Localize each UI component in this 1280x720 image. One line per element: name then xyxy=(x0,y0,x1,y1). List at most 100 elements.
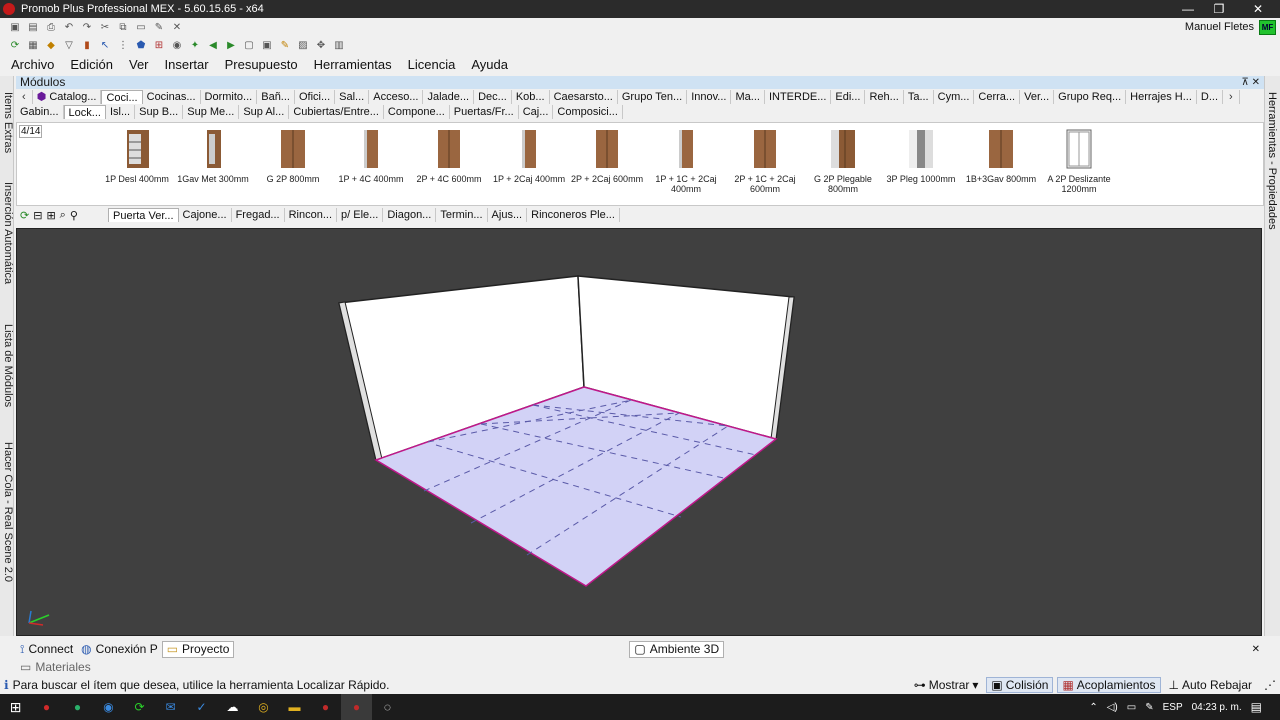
tab-lockers[interactable]: Lock... xyxy=(63,105,106,119)
tab-sup-b[interactable]: Sup B... xyxy=(135,105,184,119)
menu-ayuda[interactable]: Ayuda xyxy=(471,57,508,72)
tab-caesarstone[interactable]: Caesarsto... xyxy=(550,90,618,104)
tab-proyecto[interactable]: ▭ Proyecto xyxy=(161,640,235,658)
forward-icon[interactable]: ▶ xyxy=(224,39,238,52)
module-item[interactable]: 2P + 2Caj 600mm xyxy=(567,126,647,184)
tab-bano[interactable]: Bañ... xyxy=(257,90,295,104)
close-view-icon[interactable]: ✕ xyxy=(1252,644,1264,655)
acoplamientos-toggle[interactable]: ▦ Acoplamientos xyxy=(1057,677,1161,693)
subtab-cajones[interactable]: Cajone... xyxy=(179,208,232,222)
app-icon-blue[interactable]: ◉ xyxy=(93,694,124,720)
module-item[interactable]: 3P Pleg 1000mm xyxy=(881,126,961,184)
tab-edi[interactable]: Edi... xyxy=(831,90,866,104)
bookmark-icon[interactable]: ▮ xyxy=(80,39,94,52)
volume-icon[interactable]: ◁) xyxy=(1107,702,1118,713)
side-tab-herramientas-propiedades[interactable]: Herramientas - Propiedades xyxy=(1266,92,1278,230)
side-tab-lista-modulos[interactable]: Lista de Módulos xyxy=(0,324,14,407)
module-item[interactable]: 2P + 4C 600mm xyxy=(409,126,489,184)
colision-toggle[interactable]: ▣ Colisión xyxy=(986,677,1054,693)
tab-grupo-req[interactable]: Grupo Req... xyxy=(1054,90,1127,104)
subtab-p-ele[interactable]: p/ Ele... xyxy=(337,208,384,222)
windows-start-icon[interactable]: ⊞ xyxy=(0,694,31,720)
subtab-rinconeros-ple[interactable]: Rinconeros Ple... xyxy=(527,208,620,222)
close-button[interactable]: ✕ xyxy=(1238,0,1278,18)
binoculars-icon[interactable]: ⌕ xyxy=(60,209,66,222)
copy-icon[interactable]: ⧉ xyxy=(116,21,130,34)
grid-icon[interactable]: ⋮ xyxy=(116,39,130,52)
subtab-diagonales[interactable]: Diagon... xyxy=(383,208,437,222)
print-icon[interactable]: ⎙ xyxy=(44,21,58,34)
refresh-icon[interactable]: ⟳ xyxy=(8,39,22,52)
module-item[interactable]: 1Gav Met 300mm xyxy=(173,126,253,184)
side-tab-insercion-automatica[interactable]: Inserción Automática xyxy=(0,182,14,284)
delete-icon[interactable]: ✕ xyxy=(170,21,184,34)
tab-herrajes[interactable]: Herrajes H... xyxy=(1126,90,1197,104)
mail-icon[interactable]: ✉ xyxy=(155,694,186,720)
back-icon[interactable]: ◀ xyxy=(206,39,220,52)
maximize-button[interactable]: ❐ xyxy=(1199,0,1239,18)
promob-icon[interactable]: ● xyxy=(310,694,341,720)
refresh-icon[interactable]: ⟳ xyxy=(20,209,29,222)
tab-conexion[interactable]: ◍ Conexión P xyxy=(77,641,162,658)
chrome-icon[interactable]: ◎ xyxy=(248,694,279,720)
materials-panel[interactable]: ▭ Materiales xyxy=(16,659,1264,674)
eye-icon[interactable]: ◉ xyxy=(170,39,184,52)
paste-icon[interactable]: ▭ xyxy=(134,21,148,34)
tab-kob[interactable]: Kob... xyxy=(512,90,550,104)
layout-icon[interactable]: ▦ xyxy=(26,39,40,52)
tabs-scroll-left[interactable]: ‹ xyxy=(16,90,33,104)
brush-icon[interactable]: ✎ xyxy=(152,21,166,34)
tab-ambiente-3d[interactable]: ▢ Ambiente 3D xyxy=(629,640,725,658)
app-icon-green[interactable]: ● xyxy=(62,694,93,720)
tab-gabinetes[interactable]: Gabin... xyxy=(16,105,64,119)
subtab-puerta-ver[interactable]: Puerta Ver... xyxy=(108,208,179,222)
tab-cubiertas[interactable]: Cubiertas/Entre... xyxy=(289,105,384,119)
tab-ver[interactable]: Ver... xyxy=(1020,90,1055,104)
resize-grip-icon[interactable]: ⋰ xyxy=(1260,677,1280,693)
menu-herramientas[interactable]: Herramientas xyxy=(314,57,392,72)
tab-sup-al[interactable]: Sup Al... xyxy=(239,105,290,119)
subtab-ajustes[interactable]: Ajus... xyxy=(488,208,528,222)
pencil-icon[interactable]: ✎ xyxy=(278,39,292,52)
tab-cerra[interactable]: Cerra... xyxy=(974,90,1021,104)
window-icon[interactable]: ▢ xyxy=(242,39,256,52)
tab-accesorios[interactable]: Acceso... xyxy=(369,90,424,104)
redo-icon[interactable]: ↷ xyxy=(80,21,94,34)
panel-controls[interactable]: ⊼ ✕ xyxy=(1242,76,1260,89)
menu-insertar[interactable]: Insertar xyxy=(165,57,209,72)
tab-interde[interactable]: INTERDE... xyxy=(765,90,832,104)
tab-jaladeras[interactable]: Jalade... xyxy=(423,90,475,104)
module-item[interactable]: 1P + 4C 400mm xyxy=(331,126,411,184)
notifications-icon[interactable]: ▤ xyxy=(1251,700,1262,714)
network-icon[interactable]: ▭ xyxy=(1127,702,1136,713)
tab-cocina[interactable]: Coci... xyxy=(101,90,143,104)
folder-icon[interactable]: ▬ xyxy=(279,694,310,720)
undo-icon[interactable]: ↶ xyxy=(62,21,76,34)
tab-connect[interactable]: ⟟ Connect xyxy=(16,641,77,658)
tab-composiciones[interactable]: Composici... xyxy=(553,105,623,119)
module-icon[interactable]: ◆ xyxy=(44,39,58,52)
select-icon[interactable]: ↖ xyxy=(98,39,112,52)
tab-cajones[interactable]: Caj... xyxy=(519,105,554,119)
module-item[interactable]: 1P + 1C + 2Caj 400mm xyxy=(646,126,726,194)
subtab-rinconeros[interactable]: Rincon... xyxy=(285,208,338,222)
auto-rebajar-toggle[interactable]: ⊥ Auto Rebajar xyxy=(1165,677,1257,693)
tab-cym[interactable]: Cym... xyxy=(934,90,975,104)
dimension-icon[interactable]: ⊞ xyxy=(152,39,166,52)
tray-chevron-icon[interactable]: ⌃ xyxy=(1089,702,1097,713)
cloud-icon[interactable]: ☁ xyxy=(217,694,248,720)
cut-icon[interactable]: ✂ xyxy=(98,21,112,34)
language-indicator[interactable]: ESP xyxy=(1163,702,1183,713)
menu-licencia[interactable]: Licencia xyxy=(408,57,456,72)
subtab-terminales[interactable]: Termin... xyxy=(436,208,488,222)
orbit-icon[interactable]: ✦ xyxy=(188,39,202,52)
expand-icon[interactable]: ⊞ xyxy=(46,209,55,222)
tab-puertas[interactable]: Puertas/Fr... xyxy=(450,105,519,119)
app-icon-red[interactable]: ● xyxy=(31,694,62,720)
tab-sup-me[interactable]: Sup Me... xyxy=(183,105,240,119)
menu-presupuesto[interactable]: Presupuesto xyxy=(225,57,298,72)
module-item[interactable]: 1B+3Gav 800mm xyxy=(961,126,1041,184)
mostrar-dropdown[interactable]: ⊶ Mostrar ▾ xyxy=(910,677,983,693)
filter-icon[interactable]: ⚲ xyxy=(70,209,78,222)
new-icon[interactable]: ▤ xyxy=(26,21,40,34)
